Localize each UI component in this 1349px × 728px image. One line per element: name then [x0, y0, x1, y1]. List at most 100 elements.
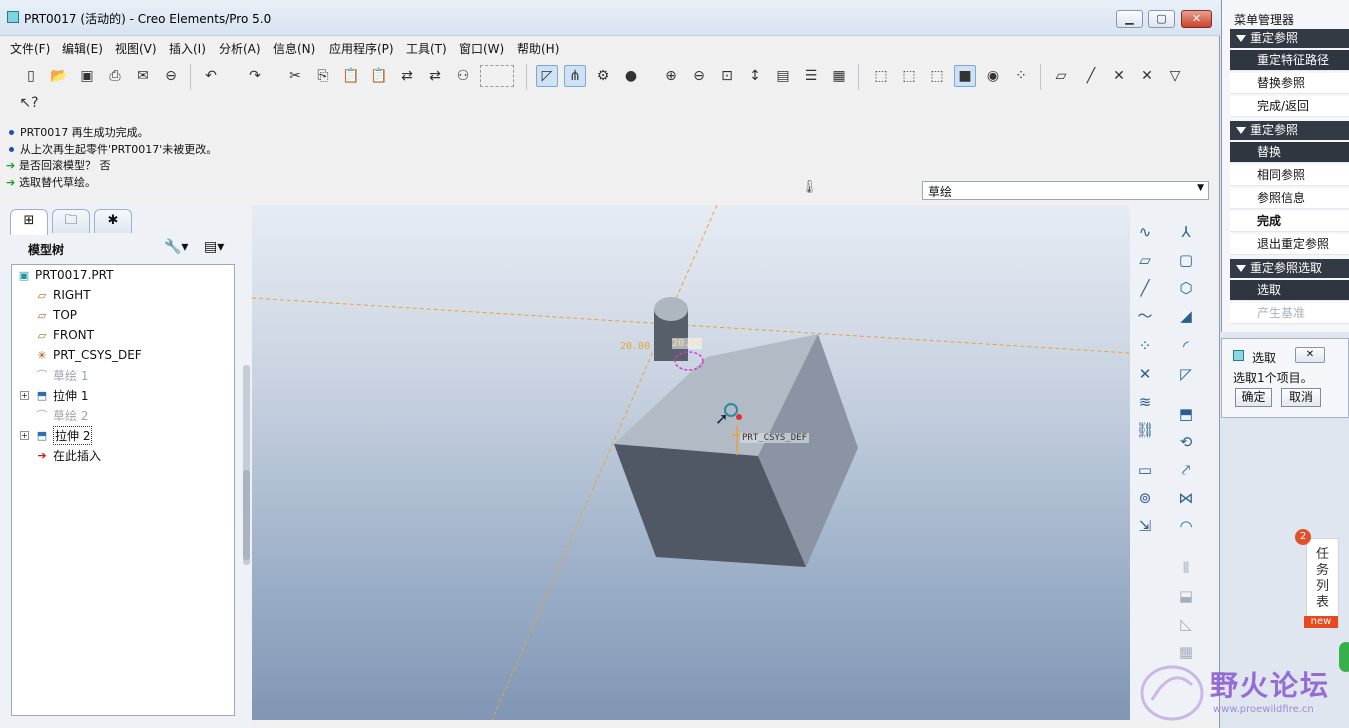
hole-icon[interactable]: ⅄ — [1174, 221, 1198, 243]
reorient-icon[interactable]: ↕ — [744, 65, 766, 87]
menu-view[interactable]: 视图(V) — [115, 40, 157, 57]
datum-points-toggle-icon[interactable]: ✕ — [1108, 65, 1130, 87]
tree-item-insert-here[interactable]: ➔ 在此插入 — [34, 446, 101, 464]
rib-icon[interactable]: ⬡ — [1174, 277, 1198, 299]
flow-icon[interactable]: ⇲ — [1133, 515, 1157, 537]
sketch-points-icon[interactable]: ⁘ — [1010, 65, 1032, 87]
menu-header-reroute-select[interactable]: 重定参照选取 — [1230, 259, 1349, 278]
csys-label[interactable]: PRT_CSYS_DEF — [740, 433, 810, 443]
orient-mode-icon[interactable]: ⚙ — [592, 65, 614, 87]
datum-curve-icon[interactable]: 〜 — [1133, 305, 1157, 327]
expand-icon[interactable]: + — [20, 390, 29, 400]
dimension-right[interactable]: 20.00 — [672, 338, 703, 349]
maximize-button[interactable]: ▢ — [1148, 10, 1175, 28]
save-icon[interactable]: ▣ — [76, 65, 98, 87]
note-icon[interactable]: ▭ — [1133, 459, 1157, 481]
tree-item-csys[interactable]: ✳ PRT_CSYS_DEF — [34, 346, 141, 364]
expand-icon[interactable]: + — [20, 430, 29, 440]
dimension-left[interactable]: 20.00 — [620, 341, 650, 352]
graphics-viewport[interactable]: 20.00 20.00 PRT_CSYS_DEF ➚ — [252, 205, 1130, 720]
saved-views-icon[interactable]: ▤ — [772, 65, 794, 87]
menu-item-replace-refs[interactable]: 替换参照 — [1230, 73, 1349, 94]
menu-analysis[interactable]: 分析(A) — [219, 40, 261, 57]
draft-icon[interactable]: ◢ — [1174, 305, 1198, 327]
tab-folder-browser[interactable]: 🗀 — [52, 209, 90, 233]
analysis-feature-icon[interactable]: ≋ — [1133, 391, 1157, 413]
datum-display-icon[interactable]: ◸ — [536, 65, 558, 87]
menu-item-select[interactable]: 选取 — [1230, 280, 1349, 301]
menu-item-ref-info[interactable]: 参照信息 — [1230, 188, 1349, 209]
menu-item-done-return[interactable]: 完成/返回 — [1230, 96, 1349, 117]
datum-point-icon[interactable]: ⁘ — [1133, 335, 1157, 357]
shell-icon[interactable]: ▢ — [1174, 249, 1198, 271]
datum-axis-icon[interactable]: ╱ — [1133, 277, 1157, 299]
zoom-out-icon[interactable]: ⊖ — [688, 65, 710, 87]
task-list-tab[interactable]: 任务列表 — [1306, 538, 1339, 628]
menu-help[interactable]: 帮助(H) — [517, 40, 559, 57]
sketch-curve-icon[interactable]: ∿ — [1133, 221, 1157, 243]
annotation-toggle-icon[interactable]: ▽ — [1164, 65, 1186, 87]
context-help-icon[interactable]: ↖? — [18, 92, 40, 114]
csys-create-icon[interactable]: ✕ — [1133, 363, 1157, 385]
datum-axes-toggle-icon[interactable]: ╱ — [1080, 65, 1102, 87]
enhanced-realism-icon[interactable]: ◉ — [982, 65, 1004, 87]
chamfer-icon[interactable]: ◸ — [1174, 363, 1198, 385]
tree-item-top[interactable]: ▱ TOP — [34, 306, 77, 324]
menu-header-reroute[interactable]: 重定参照 — [1230, 29, 1349, 48]
close-button[interactable]: ✕ — [1181, 10, 1212, 28]
undo-icon[interactable]: ↶ — [200, 65, 222, 87]
menu-applications[interactable]: 应用程序(P) — [329, 40, 394, 57]
menu-item-reroute-path[interactable]: 重定特征路径 — [1230, 50, 1349, 71]
tab-favorites[interactable]: ✱ — [94, 209, 132, 233]
ok-button[interactable]: 确定 — [1235, 388, 1272, 407]
panel-splitter-handle[interactable] — [243, 470, 250, 560]
open-folder-icon[interactable]: 📂 — [48, 65, 70, 87]
tree-item-sketch-2[interactable]: ⌒ 草绘 2 — [34, 406, 89, 424]
redo-icon[interactable]: ↷ — [244, 65, 266, 87]
chain-icon[interactable]: ⛓ — [1133, 419, 1157, 441]
mail-attach-icon[interactable]: ⊖ — [160, 65, 182, 87]
menu-file[interactable]: 文件(F) — [10, 40, 50, 57]
analysis-icon[interactable]: ⊚ — [1133, 487, 1157, 509]
minimize-button[interactable]: ▁ — [1116, 10, 1143, 28]
datum-planes-toggle-icon[interactable]: ▱ — [1050, 65, 1072, 87]
refit-icon[interactable]: ⊡ — [716, 65, 738, 87]
hidden-line-icon[interactable]: ⬚ — [898, 65, 920, 87]
mirror-icon[interactable]: ⫴ — [1174, 557, 1198, 579]
appearance-sphere-icon[interactable]: ● — [620, 65, 642, 87]
selection-box-icon[interactable] — [480, 65, 514, 87]
tree-item-extrude-2[interactable]: + ⬒ 拉伸 2 — [20, 425, 93, 445]
merge-icon[interactable]: ⬓ — [1174, 585, 1198, 607]
print-icon[interactable]: ⎙ — [104, 65, 126, 87]
round-icon[interactable]: ◜ — [1174, 335, 1198, 357]
blend-icon[interactable]: ⋈ — [1174, 487, 1198, 509]
tree-settings-icon[interactable]: 🔧▾ — [164, 239, 188, 255]
shading-icon[interactable]: ■ — [954, 65, 976, 87]
menu-info[interactable]: 信息(N) — [273, 40, 315, 57]
copy-icon[interactable]: ⎘ — [312, 65, 334, 87]
revolve-icon[interactable]: ⟲ — [1174, 431, 1198, 453]
send-mail-icon[interactable]: ✉ — [132, 65, 154, 87]
tree-item-front[interactable]: ▱ FRONT — [34, 326, 94, 344]
new-file-icon[interactable]: ▯ — [20, 65, 42, 87]
tree-show-icon[interactable]: ▤▾ — [204, 239, 224, 255]
paste-icon[interactable]: 📋 — [340, 65, 362, 87]
tree-item-sketch-1[interactable]: ⌒ 草绘 1 — [34, 366, 89, 384]
menu-tools[interactable]: 工具(T) — [406, 40, 447, 57]
find-binoculars-icon[interactable]: ⚇ — [452, 65, 474, 87]
extrude-tool-icon[interactable]: ⬒ — [1174, 403, 1198, 425]
menu-item-make-datum[interactable]: 产生基准 — [1230, 303, 1349, 324]
menu-insert[interactable]: 插入(I) — [169, 40, 206, 57]
cut-icon[interactable]: ✂ — [284, 65, 306, 87]
selection-filter-select[interactable]: 草绘 ▼ — [922, 181, 1209, 200]
tree-item-extrude-1[interactable]: + ⬒ 拉伸 1 — [20, 386, 88, 404]
trim-icon[interactable]: ◺ — [1174, 613, 1198, 635]
paste-special-icon[interactable]: 📋 — [368, 65, 390, 87]
layers-icon[interactable]: ☰ — [800, 65, 822, 87]
cancel-button[interactable]: 取消 — [1281, 388, 1321, 407]
boundary-icon[interactable]: ◠ — [1174, 515, 1198, 537]
tree-item-part[interactable]: ▣ PRT0017.PRT — [16, 266, 114, 284]
view-manager-icon[interactable]: ▦ — [828, 65, 850, 87]
spin-center-icon[interactable]: ⋔ — [564, 65, 586, 87]
tree-item-right[interactable]: ▱ RIGHT — [34, 286, 91, 304]
